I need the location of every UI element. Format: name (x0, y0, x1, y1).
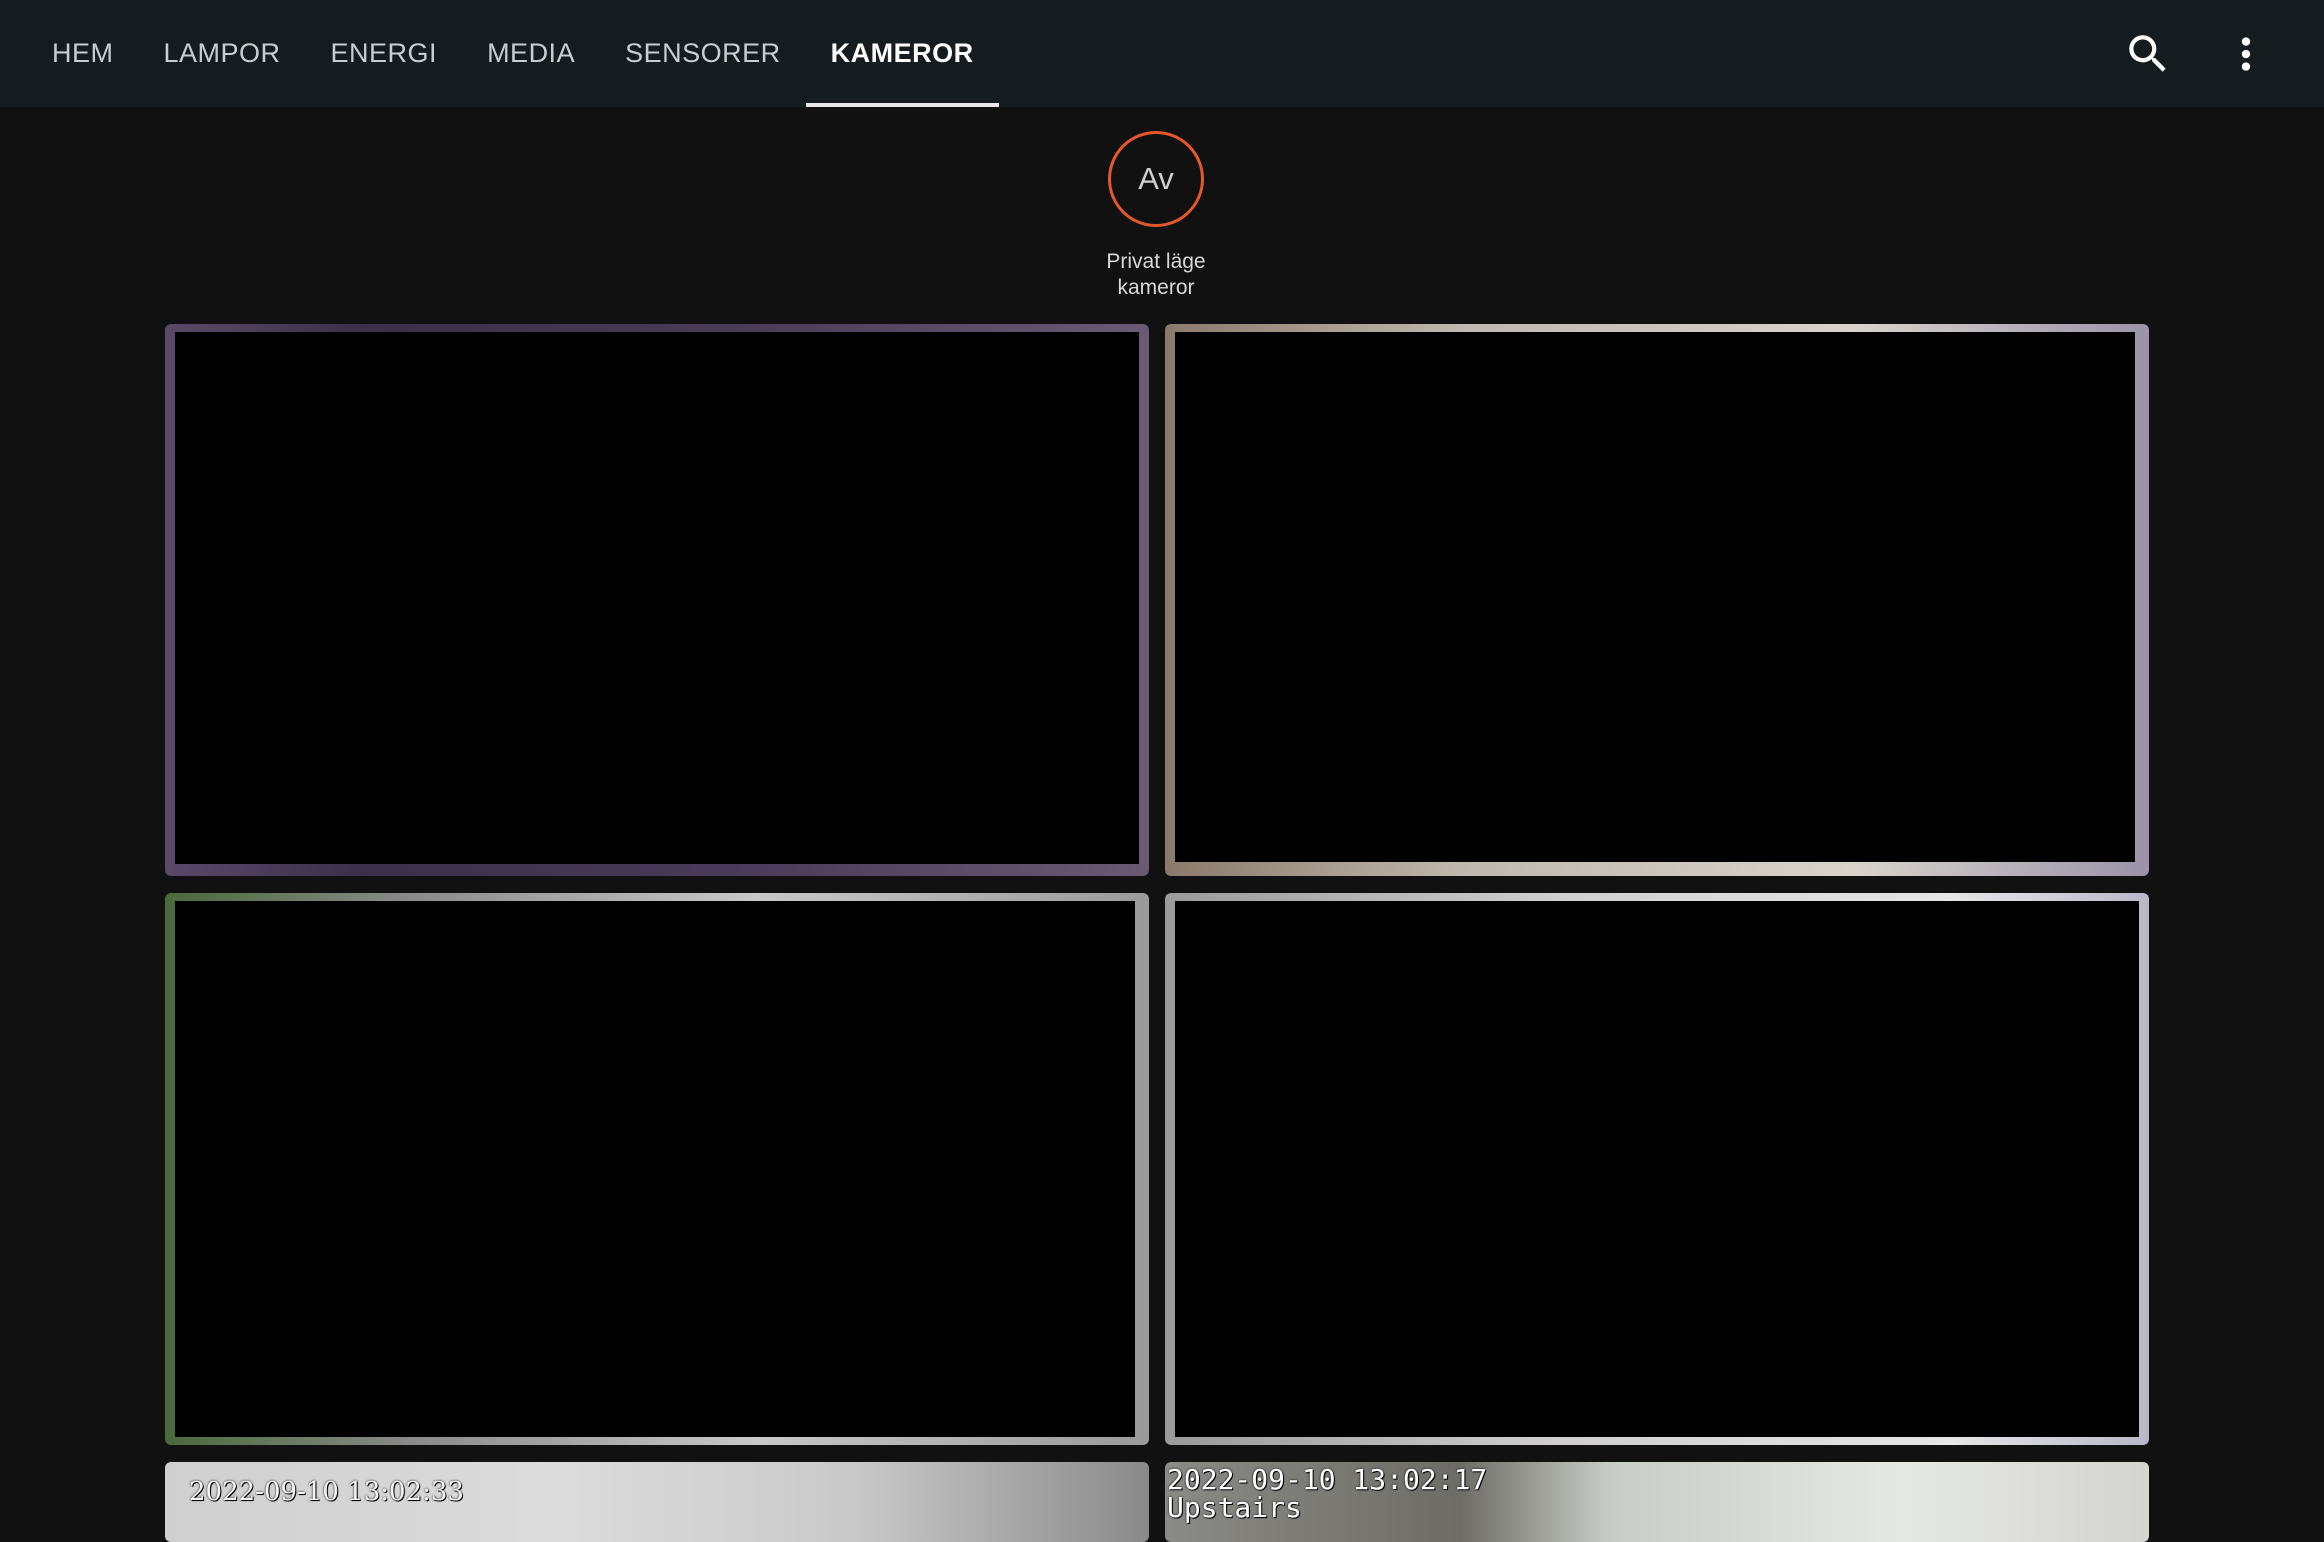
search-button[interactable] (2123, 29, 2173, 79)
privacy-mode-state: Av (1138, 161, 1174, 196)
tab-lampor[interactable]: LAMPOR (139, 0, 306, 107)
camera-timestamp: 2022-09-10 13:02:33 (189, 1477, 464, 1507)
tab-energi[interactable]: ENERGI (306, 0, 463, 107)
privacy-mode-label: Privat läge kameror (1056, 249, 1256, 301)
camera-feed-6[interactable]: 2022-09-10 13:02:17 Upstairs (1165, 1462, 2149, 1542)
privacy-mode-toggle[interactable]: Av (1108, 131, 1204, 227)
camera-feed-4[interactable] (1165, 893, 2149, 1445)
tab-hem[interactable]: HEM (27, 0, 139, 107)
more-vertical-icon (2241, 37, 2251, 71)
more-options-button[interactable] (2221, 29, 2271, 79)
tab-media[interactable]: MEDIA (462, 0, 600, 107)
camera-feed-2[interactable] (1165, 324, 2149, 876)
camera-name: Upstairs (1167, 1491, 1302, 1524)
tab-sensorer[interactable]: SENSORER (600, 0, 806, 107)
camera-feed-3[interactable] (165, 893, 1149, 1445)
top-app-bar: HEM LAMPOR ENERGI MEDIA SENSORER KAMEROR (0, 0, 2324, 107)
privacy-label-line-1: Privat läge (1106, 250, 1206, 273)
search-icon (2129, 35, 2166, 72)
camera-feed-5[interactable]: 2022-09-10 13:02:33 (165, 1462, 1149, 1542)
camera-feed-1[interactable] (165, 324, 1149, 876)
privacy-label-line-2: kameror (1117, 276, 1195, 299)
tab-kameror[interactable]: KAMEROR (805, 0, 999, 107)
camera-timestamp: 2022-09-10 13:02:17 (1167, 1463, 1488, 1496)
view-tabs: HEM LAMPOR ENERGI MEDIA SENSORER KAMEROR (27, 0, 999, 107)
